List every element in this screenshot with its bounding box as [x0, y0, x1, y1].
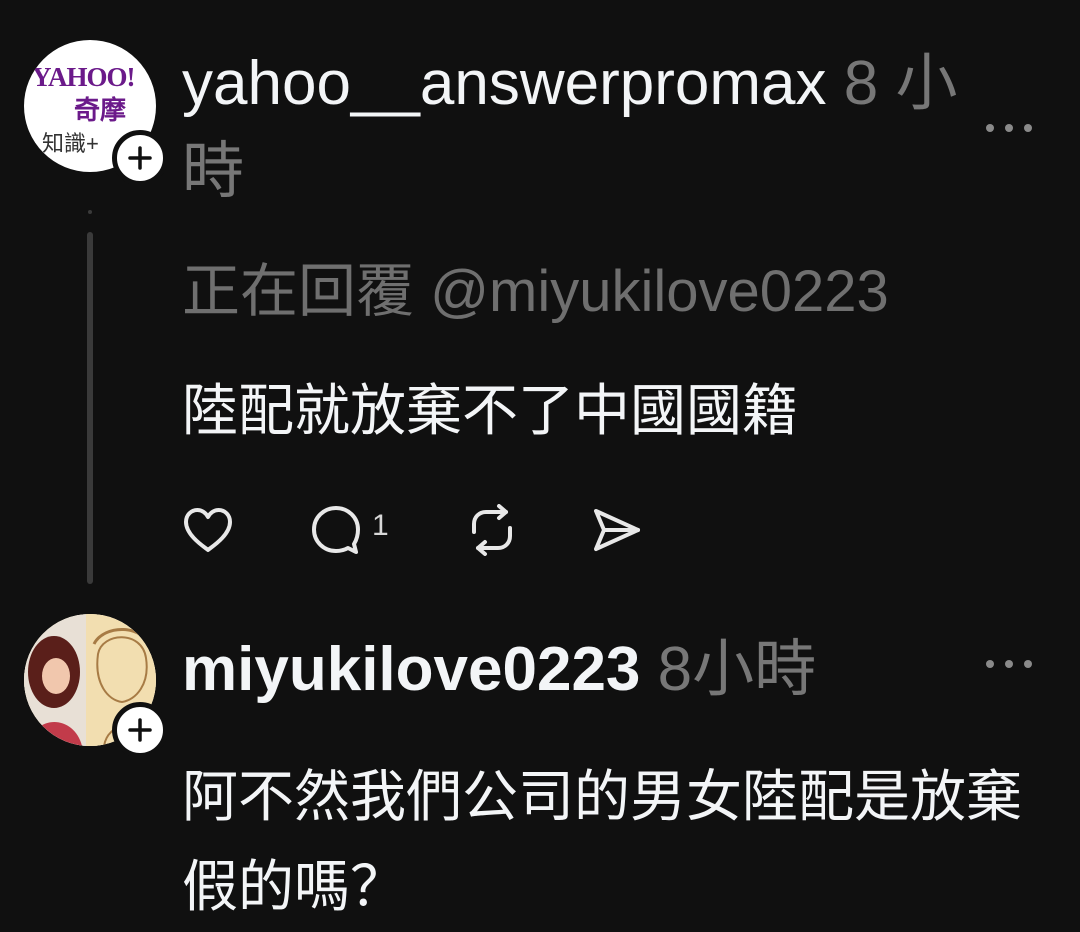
- plus-icon: [128, 146, 152, 170]
- avatar-logo-small: 知識+: [42, 131, 99, 156]
- username[interactable]: yahoo__answerpromax: [182, 49, 827, 118]
- follow-button[interactable]: [112, 130, 168, 186]
- post-header: miyukilove0223 8小時: [182, 626, 962, 714]
- repost-icon: [472, 504, 512, 556]
- more-options-icon: [1024, 660, 1032, 668]
- avatar-logo-sub: 奇摩: [74, 96, 127, 126]
- thread-dot: [88, 210, 92, 214]
- follow-button[interactable]: [112, 702, 168, 758]
- more-options-button[interactable]: [986, 118, 1032, 138]
- reply-count: 1: [372, 509, 389, 542]
- thread-line: [87, 232, 93, 584]
- more-options-icon: [1024, 124, 1032, 132]
- more-options-icon: [1005, 660, 1013, 668]
- more-options-button[interactable]: [986, 654, 1032, 674]
- replying-to: 正在回覆 @miyukilove0223: [182, 254, 889, 330]
- like-button[interactable]: [182, 500, 310, 560]
- share-button[interactable]: [590, 500, 650, 560]
- more-options-icon: [986, 660, 994, 668]
- avatar-logo-text: YAHOO!: [32, 62, 136, 92]
- heart-icon: [184, 508, 232, 552]
- send-icon: [594, 509, 640, 551]
- more-options-icon: [1005, 124, 1013, 132]
- replying-to-handle[interactable]: @miyukilove0223: [430, 259, 889, 324]
- post-body: 阿不然我們公司的男女陸配是放棄假的嗎？: [182, 765, 1022, 918]
- reply-button[interactable]: 1: [310, 500, 466, 560]
- reply-post: YAHOO! 奇摩 知識+ yahoo__answerpromax 8 小時 正…: [0, 0, 1080, 600]
- post-body: 陸配就放棄不了中國國籍: [182, 379, 798, 442]
- username[interactable]: miyukilove0223: [182, 635, 640, 704]
- replying-to-prefix: 正在回覆: [182, 259, 415, 324]
- repost-button[interactable]: [466, 500, 590, 560]
- more-options-icon: [986, 124, 994, 132]
- timestamp: 8小時: [657, 635, 817, 704]
- action-bar: 1: [182, 500, 650, 560]
- plus-icon: [128, 718, 152, 742]
- comment-icon: [312, 506, 360, 554]
- post-header: yahoo__answerpromax 8 小時: [182, 40, 962, 216]
- parent-post: miyukilove0223 8小時 阿不然我們公司的男女陸配是放棄假的嗎？: [0, 600, 1080, 928]
